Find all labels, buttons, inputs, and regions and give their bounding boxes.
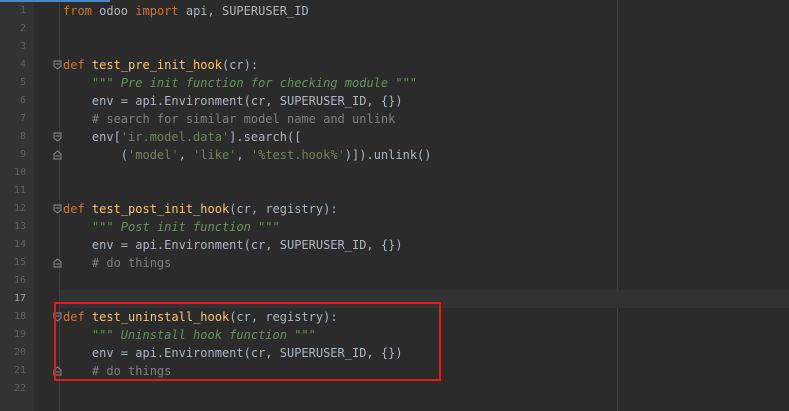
code-token: )]).unlink() — [344, 148, 432, 162]
code-line[interactable]: 5 """ Pre init function for checking mod… — [0, 74, 789, 92]
line-number: 22 — [13, 383, 26, 394]
code-line[interactable]: 2 — [0, 20, 789, 38]
fold-close-icon[interactable] — [53, 258, 62, 268]
code-text: """ Post init function """ — [63, 218, 280, 236]
line-number: 1 — [19, 5, 26, 16]
code-token: """ Post init function """ — [91, 220, 280, 234]
code-line[interactable]: 8 env['ir.model.data'].search([ — [0, 128, 789, 146]
line-number: 6 — [19, 95, 26, 106]
code-token: , — [178, 148, 194, 162]
code-token: test_pre_init_hook — [91, 58, 222, 72]
line-number: 15 — [13, 257, 26, 268]
code-token: 'like' — [193, 148, 237, 162]
code-token: ): — [323, 202, 338, 216]
code-token: odoo — [91, 4, 136, 18]
line-number: 3 — [19, 41, 26, 52]
code-token: '%test.hook%' — [250, 148, 345, 162]
fold-close-icon[interactable] — [53, 150, 62, 160]
line-number: 7 — [19, 113, 26, 124]
code-line[interactable]: 12 def test_post_init_hook(cr, registry): — [0, 200, 789, 218]
line-number: 19 — [13, 329, 26, 340]
code-text: # do things — [63, 254, 171, 272]
code-token: # do things — [91, 256, 172, 270]
code-line[interactable]: 3 — [0, 38, 789, 56]
line-number: 16 — [13, 275, 26, 286]
code-token: import — [135, 4, 179, 18]
code-line[interactable]: 1 from odoo import api, SUPERUSER_ID — [0, 2, 789, 20]
code-token: api, SUPERUSER_ID — [178, 4, 309, 18]
line-number: 4 — [19, 59, 26, 70]
code-token: (cr, — [229, 202, 266, 216]
line-number: 20 — [13, 347, 26, 358]
line-number: 13 — [13, 221, 26, 232]
code-text: """ Pre init function for checking modul… — [63, 74, 417, 92]
code-text: # search for similar model name and unli… — [63, 110, 395, 128]
code-token: from — [63, 4, 92, 18]
code-line[interactable]: 13 """ Post init function """ — [0, 218, 789, 236]
code-line[interactable]: 4 def test_pre_init_hook(cr): — [0, 56, 789, 74]
code-token: 'ir.model.data' — [120, 130, 230, 144]
code-text: def test_pre_init_hook(cr): — [63, 56, 258, 74]
code-token: env = api.Environment(cr, SUPERUSER_ID, … — [63, 238, 403, 252]
code-editor[interactable]: 1 from odoo import api, SUPERUSER_ID 2 3 4 de… — [0, 0, 789, 411]
code-token: ].search([ — [229, 130, 302, 144]
fold-open-icon[interactable] — [53, 132, 62, 142]
code-token: env[ — [63, 130, 121, 144]
line-number: 21 — [13, 365, 26, 376]
fold-open-icon[interactable] — [53, 60, 62, 70]
code-token: def — [63, 58, 92, 72]
code-token: (cr): — [221, 58, 259, 72]
code-text: ('model', 'like', '%test.hook%')]).unlin… — [63, 146, 432, 164]
code-line[interactable]: 9 ('model', 'like', '%test.hook%')]).unl… — [0, 146, 789, 164]
code-token: 'model' — [128, 148, 179, 162]
code-line[interactable]: 22 — [0, 380, 789, 398]
code-line[interactable]: 7 # search for similar model name and un… — [0, 110, 789, 128]
line-number: 8 — [19, 131, 26, 142]
line-number: 10 — [13, 167, 26, 178]
code-text: def test_post_init_hook(cr, registry): — [63, 200, 338, 218]
code-token: """ Pre init function for checking modul… — [91, 76, 418, 90]
uninstall-hook-highlight-box — [54, 302, 441, 381]
code-token: , — [236, 148, 251, 162]
code-text: env = api.Environment(cr, SUPERUSER_ID, … — [63, 92, 403, 110]
line-number: 17 — [13, 293, 26, 304]
code-token: registry — [265, 202, 324, 216]
code-text: env = api.Environment(cr, SUPERUSER_ID, … — [63, 236, 403, 254]
code-line[interactable]: 15 # do things — [0, 254, 789, 272]
code-line[interactable]: 11 — [0, 182, 789, 200]
code-token: test_post_init_hook — [91, 202, 230, 216]
code-line[interactable]: 10 — [0, 164, 789, 182]
code-token: def — [63, 202, 92, 216]
code-line[interactable]: 14 env = api.Environment(cr, SUPERUSER_I… — [0, 236, 789, 254]
code-token: env = api.Environment(cr, SUPERUSER_ID, … — [63, 94, 403, 108]
line-number: 11 — [13, 185, 26, 196]
line-number: 9 — [19, 149, 26, 160]
line-number: 12 — [13, 203, 26, 214]
line-number: 18 — [13, 311, 26, 322]
code-text: env['ir.model.data'].search([ — [63, 128, 302, 146]
code-line[interactable]: 16 — [0, 272, 789, 290]
code-text: from odoo import api, SUPERUSER_ID — [63, 2, 309, 20]
code-token: ( — [63, 148, 129, 162]
code-line[interactable]: 6 env = api.Environment(cr, SUPERUSER_ID… — [0, 92, 789, 110]
line-number: 2 — [19, 23, 26, 34]
line-number: 14 — [13, 239, 26, 250]
fold-open-icon[interactable] — [53, 204, 62, 214]
code-token: # search for similar model name and unli… — [91, 112, 396, 126]
line-number: 5 — [19, 77, 26, 88]
